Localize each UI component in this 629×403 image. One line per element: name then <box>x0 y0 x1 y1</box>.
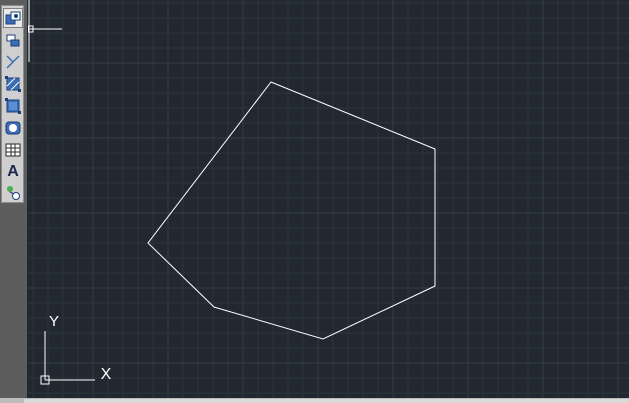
table-icon <box>5 143 21 157</box>
point-icon <box>6 55 20 69</box>
hatch-icon <box>5 76 21 92</box>
tool-gradient[interactable] <box>3 96 23 116</box>
tool-table[interactable] <box>3 140 23 160</box>
tool-region[interactable] <box>3 118 23 138</box>
draw-toolbar: A <box>1 5 24 203</box>
model-space: Y X <box>27 0 629 398</box>
tool-hatch[interactable] <box>3 74 23 94</box>
tool-point[interactable] <box>3 52 23 72</box>
status-bar-edge <box>0 398 629 403</box>
insert-block-icon <box>5 11 21 25</box>
tool-add-selected[interactable] <box>3 183 23 203</box>
gradient-icon <box>5 98 21 114</box>
add-selected-icon <box>7 186 20 200</box>
polygon[interactable] <box>147 81 436 340</box>
autocad-window: A Y X <box>0 0 629 403</box>
grid <box>28 0 629 398</box>
ucs-y-label: Y <box>49 313 59 330</box>
horizontal-scrollbar[interactable] <box>24 399 629 403</box>
drawing-canvas[interactable]: Y X <box>27 0 629 398</box>
ucs-x-label: X <box>101 366 112 383</box>
tool-insert-block[interactable] <box>3 8 23 28</box>
tool-multiline-text[interactable]: A <box>3 162 23 182</box>
tool-make-block[interactable] <box>3 30 23 50</box>
make-block-icon <box>6 34 20 47</box>
multiline-text-icon: A <box>7 163 19 180</box>
region-icon <box>5 121 21 135</box>
